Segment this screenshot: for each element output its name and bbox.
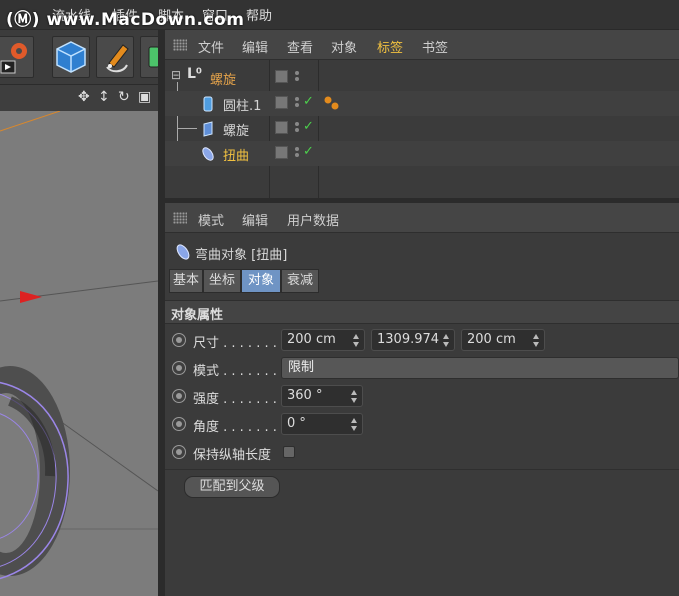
- stepper-icon[interactable]: [533, 334, 540, 347]
- viewport-scene: [0, 111, 158, 581]
- angle-field[interactable]: 0 °: [281, 413, 363, 435]
- tab-object[interactable]: 对象: [241, 269, 281, 293]
- om-menu-tags[interactable]: 标签: [377, 37, 403, 56]
- om-menu-file[interactable]: 文件: [198, 37, 224, 56]
- tree-label-twist: 扭曲: [223, 149, 250, 164]
- animate-angle-radio[interactable]: [172, 417, 186, 431]
- object-manager-menu: 文件 编辑 查看 对象 标签 书签: [165, 30, 679, 60]
- om-menu-bookmarks[interactable]: 书签: [422, 37, 448, 56]
- am-menu-userdata[interactable]: 用户数据: [287, 210, 339, 229]
- grip-icon[interactable]: [173, 39, 187, 51]
- tree-label-helix-parent: 螺旋: [210, 73, 237, 88]
- x-axis-line: [0, 111, 61, 132]
- animate-keep-length-radio[interactable]: [172, 445, 186, 459]
- layer-swatch[interactable]: [275, 146, 288, 159]
- am-menu-edit[interactable]: 编辑: [242, 210, 268, 229]
- tab-basic[interactable]: 基本: [169, 269, 203, 293]
- tree-row-helix-child[interactable]: 螺旋 ✓: [165, 116, 679, 141]
- viewport-header: ✥ ↕ ↻ ▣: [0, 85, 163, 111]
- layout-view-icon[interactable]: ▣: [138, 89, 151, 105]
- cube-icon: [56, 41, 86, 73]
- left-toolbar: [0, 30, 166, 85]
- phong-tag-icon[interactable]: [323, 95, 343, 113]
- rotate-view-icon[interactable]: ↻: [118, 89, 130, 105]
- visibility-toggle[interactable]: [294, 146, 300, 160]
- mode-dropdown[interactable]: 限制: [281, 357, 679, 379]
- am-menu-mode[interactable]: 模式: [198, 210, 224, 229]
- grip-icon[interactable]: [173, 212, 187, 224]
- tree-label-cylinder: 圆柱.1: [223, 99, 262, 114]
- 3d-viewport[interactable]: [0, 111, 158, 596]
- divider: [165, 469, 679, 470]
- grid-line: [59, 420, 158, 492]
- layer-swatch[interactable]: [275, 121, 288, 134]
- size-z-field[interactable]: 200 cm: [461, 329, 545, 351]
- watermark: (Ⓜ) www.MacDown.com: [6, 10, 245, 30]
- attribute-manager: 模式 编辑 用户数据 弯曲对象 [扭曲] 基本 坐标 对象 衰减 对象属性 尺寸…: [165, 203, 679, 596]
- size-y-value: 1309.974: [377, 332, 440, 347]
- cube-primitive-button[interactable]: [52, 36, 90, 78]
- om-menu-object[interactable]: 对象: [331, 37, 357, 56]
- visibility-toggle[interactable]: [294, 121, 300, 135]
- enabled-check-icon[interactable]: ✓: [303, 94, 314, 109]
- size-label: 尺寸 . . . . . . .: [193, 336, 277, 351]
- tab-coordinates[interactable]: 坐标: [203, 269, 241, 293]
- tree-row-twist[interactable]: 扭曲 ✓: [165, 141, 679, 166]
- zoom-view-icon[interactable]: ↕: [98, 89, 110, 105]
- size-x-field[interactable]: 200 cm: [281, 329, 365, 351]
- stepper-icon[interactable]: [351, 390, 358, 403]
- section-object-properties: 对象属性: [165, 300, 679, 324]
- object-title: 弯曲对象 [扭曲]: [195, 248, 288, 263]
- stepper-icon[interactable]: [443, 334, 450, 347]
- stepper-icon[interactable]: [351, 418, 358, 431]
- enabled-check-icon[interactable]: ✓: [303, 119, 314, 134]
- render-settings-button[interactable]: [0, 36, 34, 78]
- animate-mode-radio[interactable]: [172, 361, 186, 375]
- mode-label: 模式 . . . . . . .: [193, 364, 277, 379]
- enabled-check-icon[interactable]: ✓: [303, 144, 314, 159]
- panel-separator[interactable]: [158, 30, 165, 596]
- section-title: 对象属性: [171, 308, 224, 323]
- twist-deformer-icon: [202, 147, 214, 161]
- keep-length-checkbox[interactable]: [283, 446, 295, 458]
- layer-swatch[interactable]: [275, 70, 288, 83]
- angle-label: 角度 . . . . . . .: [193, 420, 277, 435]
- axis-arrow-icon: [20, 291, 42, 303]
- strength-value: 360 °: [287, 388, 323, 403]
- om-menu-view[interactable]: 查看: [287, 37, 313, 56]
- angle-value: 0 °: [287, 416, 306, 431]
- tree-row-cylinder[interactable]: 圆柱.1 ✓: [165, 91, 679, 116]
- twist-deformer-icon: [176, 244, 190, 260]
- null-object-icon: L⁰: [187, 66, 203, 82]
- pen-icon: [106, 44, 129, 73]
- tree-row-helix-parent[interactable]: ⊟ L⁰ 螺旋: [165, 65, 679, 90]
- pen-tool-button[interactable]: [96, 36, 134, 78]
- strength-label: 强度 . . . . . . .: [193, 392, 277, 407]
- animate-size-radio[interactable]: [172, 333, 186, 347]
- stepper-icon[interactable]: [353, 334, 360, 347]
- strength-field[interactable]: 360 °: [281, 385, 363, 407]
- size-z-value: 200 cm: [467, 332, 516, 347]
- menu-help[interactable]: 帮助: [246, 5, 272, 24]
- attribute-manager-menu: 模式 编辑 用户数据: [165, 203, 679, 233]
- helix-icon: [203, 121, 213, 137]
- layer-swatch[interactable]: [275, 96, 288, 109]
- animate-strength-radio[interactable]: [172, 389, 186, 403]
- collapse-icon[interactable]: ⊟: [171, 68, 181, 82]
- size-x-value: 200 cm: [287, 332, 336, 347]
- gear-icon: [0, 43, 27, 74]
- om-menu-edit[interactable]: 编辑: [242, 37, 268, 56]
- tab-falloff[interactable]: 衰减: [281, 269, 319, 293]
- twisted-helix-object[interactable]: [0, 366, 70, 581]
- cylinder-icon: [203, 96, 213, 112]
- tree-label-helix-child: 螺旋: [223, 124, 250, 139]
- visibility-toggle[interactable]: [294, 70, 300, 84]
- size-y-field[interactable]: 1309.974: [371, 329, 455, 351]
- fit-to-parent-button[interactable]: 匹配到父级: [184, 476, 280, 498]
- keep-length-label: 保持纵轴长度: [193, 448, 272, 463]
- move-view-icon[interactable]: ✥: [78, 89, 90, 105]
- object-manager: 文件 编辑 查看 对象 标签 书签 ⊟ L⁰ 螺旋 圆柱.1 ✓ 螺旋 ✓ 扭曲…: [165, 30, 679, 198]
- visibility-toggle[interactable]: [294, 96, 300, 110]
- menubar: 流水线 插件 脚本 窗口 帮助 (Ⓜ) www.MacDown.com: [0, 0, 679, 30]
